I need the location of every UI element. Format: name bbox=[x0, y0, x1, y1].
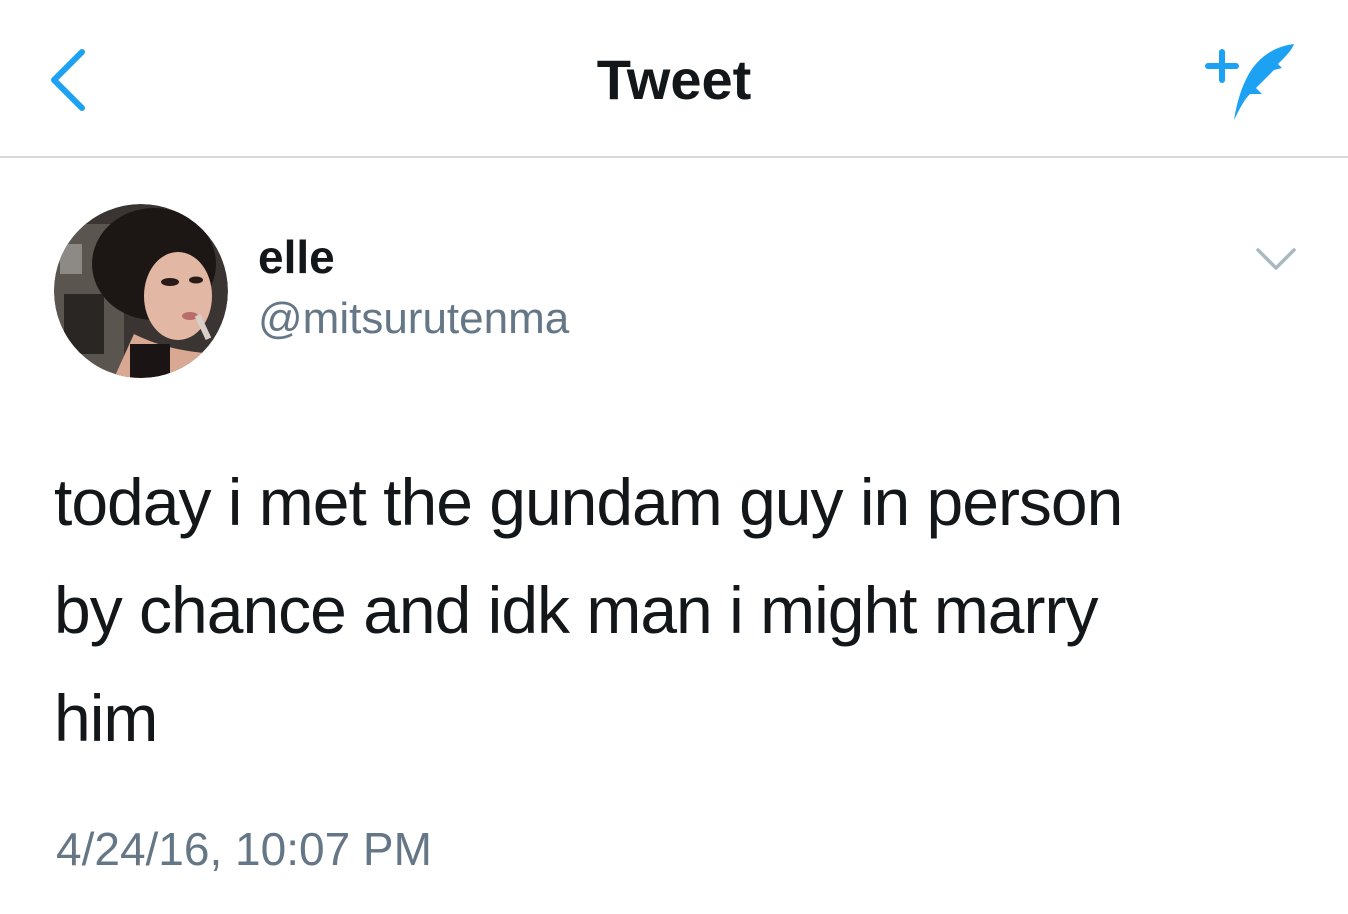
chevron-down-icon bbox=[1256, 248, 1296, 270]
tweet-text: today i met the gundam guy in person by … bbox=[54, 465, 1123, 755]
page-title: Tweet bbox=[596, 48, 752, 111]
compose-tweet-button[interactable] bbox=[1198, 38, 1302, 126]
navigation-bar: Tweet bbox=[0, 0, 1348, 158]
tweet-timestamp: 4/24/16, 10:07 PM bbox=[56, 823, 432, 875]
avatar[interactable] bbox=[54, 204, 228, 378]
user-handle[interactable]: @mitsurutenma bbox=[258, 290, 569, 348]
display-name[interactable]: elle bbox=[258, 228, 335, 286]
compose-tweet-icon bbox=[1205, 44, 1294, 120]
user-avatar-photo bbox=[54, 204, 228, 378]
tweet-options-button[interactable] bbox=[1252, 240, 1300, 280]
